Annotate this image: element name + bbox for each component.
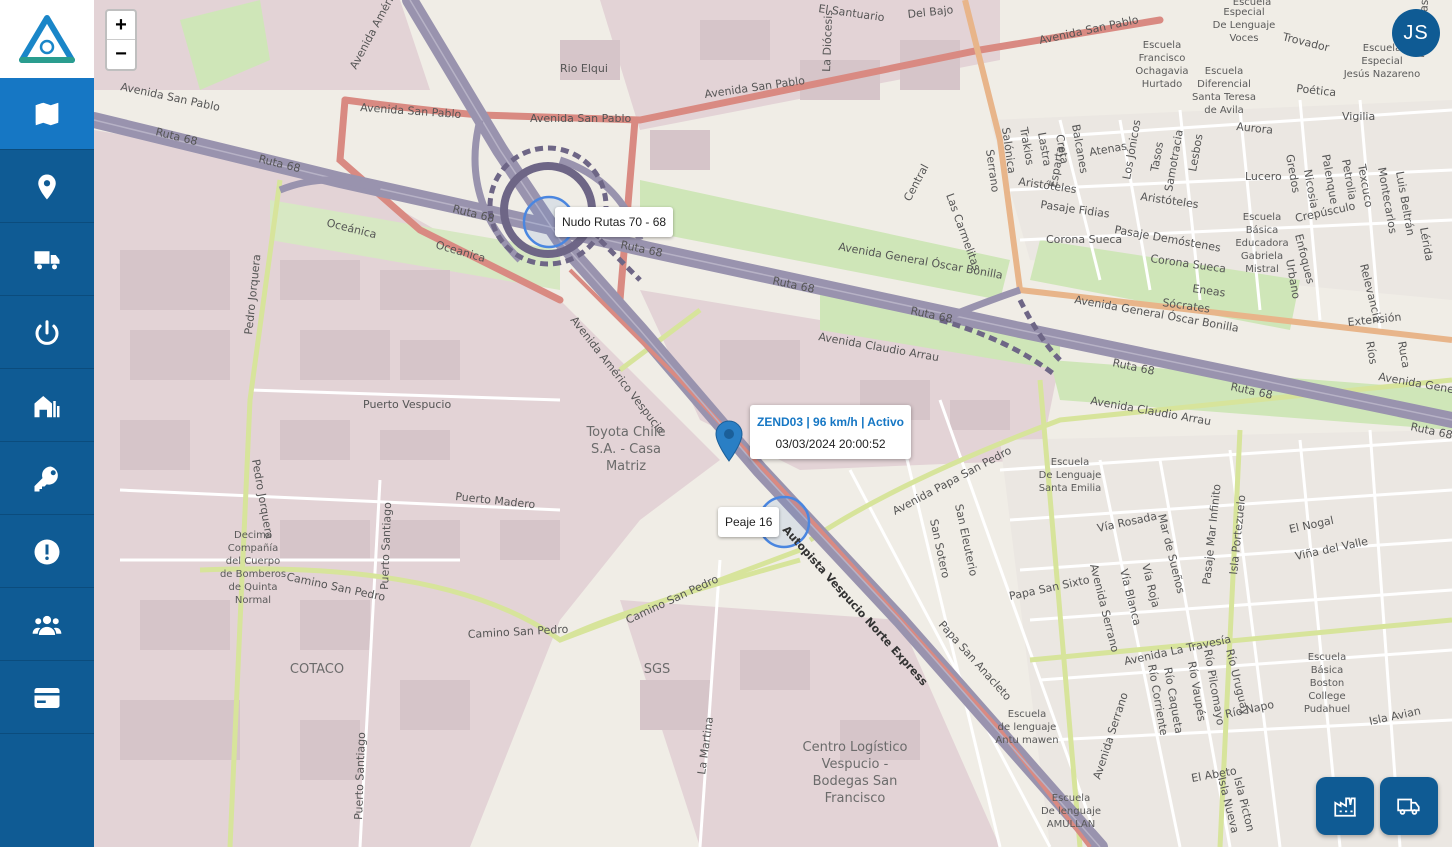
- svg-text:De lenguaje: De lenguaje: [1041, 806, 1101, 817]
- geofence-label: Nudo Rutas 70 - 68: [562, 215, 667, 229]
- svg-text:Corona Sueca: Corona Sueca: [1046, 233, 1122, 246]
- svg-text:Rio Elqui: Rio Elqui: [560, 62, 608, 75]
- svg-text:COTACO: COTACO: [290, 662, 344, 677]
- svg-text:Jesús Nazareno: Jesús Nazareno: [1343, 68, 1421, 80]
- svg-text:Gabriela: Gabriela: [1241, 251, 1283, 262]
- svg-text:Santa Emilia: Santa Emilia: [1039, 483, 1102, 494]
- zoom-control: + −: [105, 9, 137, 71]
- geofence-tooltip: Nudo Rutas 70 - 68: [555, 207, 674, 237]
- svg-text:Voces: Voces: [1229, 33, 1258, 44]
- geofence-layer-button[interactable]: [1316, 777, 1374, 835]
- svg-text:Matriz: Matriz: [606, 459, 646, 474]
- nav-keys[interactable]: [0, 443, 94, 515]
- svg-text:Básica: Básica: [1311, 664, 1344, 676]
- svg-text:La Diócesis: La Diócesis: [820, 9, 835, 72]
- svg-text:Escuela: Escuela: [1143, 40, 1181, 51]
- svg-text:Escuela: Escuela: [1308, 652, 1346, 663]
- svg-text:Puerto Vespucio: Puerto Vespucio: [363, 398, 451, 411]
- sidebar: [0, 0, 94, 847]
- geofence-label: Peaje 16: [725, 515, 773, 529]
- svg-text:Escuela: Escuela: [1051, 457, 1089, 468]
- building-icon: [34, 395, 60, 417]
- svg-text:de Bomberos: de Bomberos: [220, 569, 286, 580]
- logo-icon: [19, 15, 75, 63]
- svg-text:Hurtado: Hurtado: [1142, 79, 1182, 90]
- svg-text:Lucero: Lucero: [1245, 170, 1282, 183]
- svg-text:Escuela: Escuela: [1052, 793, 1090, 804]
- svg-text:Diferencial: Diferencial: [1197, 79, 1251, 90]
- svg-text:Boston: Boston: [1310, 678, 1345, 689]
- svg-text:Escuela: Escuela: [1243, 212, 1281, 223]
- nav-trucks[interactable]: [0, 224, 94, 296]
- svg-text:AMULLAN: AMULLAN: [1047, 819, 1095, 830]
- nav-power[interactable]: [0, 297, 94, 369]
- vehicle-status-title: ZEND03 | 96 km/h | Activo: [757, 415, 904, 429]
- svg-text:Especial: Especial: [1361, 56, 1402, 67]
- app-logo[interactable]: [0, 0, 94, 78]
- svg-text:Escuela: Escuela: [1008, 709, 1046, 720]
- svg-text:Escuela: Escuela: [1233, 0, 1271, 8]
- key-icon: [34, 466, 58, 491]
- truck-outline-icon: [1397, 798, 1420, 815]
- svg-text:Francisco: Francisco: [825, 791, 886, 806]
- svg-text:de Avila: de Avila: [1204, 105, 1244, 116]
- nav-map[interactable]: [0, 78, 94, 150]
- zoom-in-button[interactable]: +: [107, 11, 135, 40]
- svg-text:Educadora: Educadora: [1235, 238, 1288, 249]
- svg-text:De Lenguaje: De Lenguaje: [1213, 20, 1276, 31]
- geofence-tooltip: Peaje 16: [718, 507, 780, 537]
- svg-text:S.A. - Casa: S.A. - Casa: [591, 442, 661, 457]
- svg-text:Normal: Normal: [235, 595, 271, 606]
- svg-text:Bodegas San: Bodegas San: [813, 774, 898, 789]
- svg-text:del Cuerpo: del Cuerpo: [226, 556, 281, 567]
- nav-billing[interactable]: [0, 662, 94, 734]
- vehicle-marker-icon[interactable]: [715, 420, 743, 462]
- svg-text:Compañía: Compañía: [228, 542, 279, 554]
- vehicle-layer-button[interactable]: [1380, 777, 1438, 835]
- svg-text:De Lenguaje: De Lenguaje: [1039, 470, 1102, 481]
- svg-text:Básica: Básica: [1246, 224, 1279, 236]
- svg-text:Vespucio -: Vespucio -: [822, 757, 889, 772]
- svg-text:Antu mawen: Antu mawen: [995, 735, 1058, 746]
- nav-alerts[interactable]: [0, 516, 94, 588]
- svg-text:SGS: SGS: [644, 662, 671, 677]
- alert-icon: [34, 539, 60, 564]
- svg-text:Centro Logístico: Centro Logístico: [803, 740, 908, 755]
- zoom-out-button[interactable]: −: [107, 40, 135, 69]
- nav-users[interactable]: [0, 589, 94, 661]
- svg-text:Toyota Chile: Toyota Chile: [585, 425, 665, 440]
- map-icon: [35, 102, 59, 125]
- svg-text:de Quinta: de Quinta: [228, 582, 277, 593]
- vehicle-timestamp: 03/03/2024 20:00:52: [775, 437, 886, 451]
- svg-text:College: College: [1308, 691, 1345, 702]
- svg-text:Decima: Decima: [234, 530, 272, 541]
- truck-icon: [34, 250, 60, 269]
- user-avatar[interactable]: JS: [1392, 9, 1440, 57]
- credit-card-icon: [34, 687, 60, 708]
- location-pin-icon: [38, 174, 56, 199]
- factory-icon: [1334, 797, 1356, 817]
- svg-text:de lenguaje: de lenguaje: [998, 722, 1057, 733]
- nav-buildings[interactable]: [0, 370, 94, 442]
- svg-text:Mistral: Mistral: [1245, 264, 1279, 275]
- nav-location[interactable]: [0, 151, 94, 223]
- svg-text:Avenida San Pablo: Avenida San Pablo: [530, 112, 632, 125]
- svg-text:Pudahuel: Pudahuel: [1304, 704, 1350, 715]
- svg-text:Ochagavia: Ochagavia: [1135, 66, 1188, 77]
- svg-text:Santa Teresa: Santa Teresa: [1192, 92, 1256, 103]
- svg-text:Escuela: Escuela: [1205, 66, 1243, 77]
- svg-text:Especial: Especial: [1223, 7, 1264, 18]
- users-icon: [32, 615, 62, 635]
- svg-text:Francisco: Francisco: [1139, 53, 1186, 64]
- svg-text:Vigilia: Vigilia: [1342, 110, 1375, 123]
- power-icon: [35, 319, 59, 345]
- vehicle-popup[interactable]: ZEND03 | 96 km/h | Activo 03/03/2024 20:…: [750, 405, 911, 459]
